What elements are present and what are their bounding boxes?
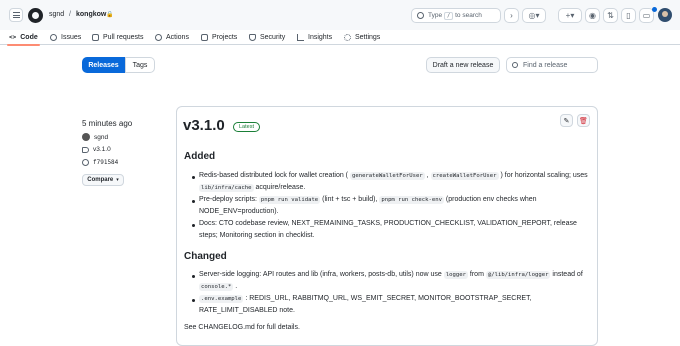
search-label: Type xyxy=(428,12,443,19)
release-commit[interactable]: f791584 xyxy=(82,159,118,166)
find-release-input[interactable]: Find a release xyxy=(506,57,598,73)
search-shortcut: / xyxy=(444,11,454,20)
bullet xyxy=(192,200,195,203)
table-icon xyxy=(201,34,208,41)
tab-label: Actions xyxy=(166,34,189,41)
bullet xyxy=(192,299,195,302)
search-icon xyxy=(512,62,518,68)
search-icon xyxy=(417,12,424,19)
top-bar: sgnd / kongkow 🔒 Type / to search › ◎▾ +… xyxy=(0,0,680,30)
tab-label: Insights xyxy=(308,34,333,41)
notification-dot xyxy=(652,7,657,12)
release-time: 5 minutes ago xyxy=(82,119,132,128)
compare-button[interactable]: Compare ▾ xyxy=(82,174,124,186)
commit-icon xyxy=(82,159,89,166)
tag-icon xyxy=(82,146,89,153)
code-icon: <> xyxy=(9,34,17,41)
bullet xyxy=(192,224,195,227)
issues-icon[interactable]: ◉ xyxy=(585,8,600,23)
github-logo-icon[interactable] xyxy=(28,8,43,23)
chevron-down-icon: ▾ xyxy=(116,177,119,183)
issue-icon xyxy=(50,34,57,41)
lock-icon: 🔒 xyxy=(106,12,114,18)
list-item: Server-side logging: API routes and lib … xyxy=(199,271,583,291)
pull-request-icon xyxy=(92,34,99,41)
tab-label: Security xyxy=(260,34,286,41)
compare-label: Compare xyxy=(87,177,114,183)
commit-sha: f791584 xyxy=(93,159,119,166)
search-suffix: to search xyxy=(455,12,482,19)
tab-label: Settings xyxy=(355,34,381,41)
tab-code[interactable]: <> Code xyxy=(7,31,40,46)
play-icon xyxy=(155,34,162,41)
graph-icon xyxy=(297,34,304,41)
command-palette-icon[interactable]: › xyxy=(504,8,519,23)
tag-name: v3.1.0 xyxy=(93,146,111,153)
create-new-icon[interactable]: +▾ xyxy=(558,8,582,23)
releases-tab[interactable]: Releases xyxy=(82,57,125,73)
list-item: Pre-deploy scripts: pnpm run validate (l… xyxy=(199,196,537,215)
release-title[interactable]: v3.1.0 xyxy=(183,117,225,134)
find-placeholder: Find a release xyxy=(523,61,568,69)
user-avatar[interactable] xyxy=(658,8,672,22)
added-heading: Added xyxy=(184,151,216,162)
shield-icon xyxy=(249,34,256,41)
avatar xyxy=(82,133,90,141)
repo-nav: <> Code Issues Pull requests Actions Proj… xyxy=(0,27,680,46)
author-name: sgnd xyxy=(94,133,109,141)
copilot-icon[interactable]: ◎▾ xyxy=(522,8,546,23)
pull-requests-icon[interactable]: ⇅ xyxy=(603,8,618,23)
bullet xyxy=(192,176,195,179)
trash-icon[interactable]: 🗑 xyxy=(577,114,590,127)
repo-link[interactable]: kongkow xyxy=(76,11,106,18)
tab-label: Code xyxy=(20,34,38,41)
tab-label: Issues xyxy=(61,34,82,41)
changed-heading: Changed xyxy=(184,251,227,262)
tags-tab[interactable]: Tags xyxy=(125,57,155,73)
tab-issues[interactable]: Issues xyxy=(50,31,81,44)
tab-insights[interactable]: Insights xyxy=(297,31,332,44)
tab-label: Projects xyxy=(212,34,238,41)
tab-projects[interactable]: Projects xyxy=(201,31,237,44)
bullet xyxy=(192,275,195,278)
tab-security[interactable]: Security xyxy=(249,31,285,44)
search-input[interactable]: Type / to search xyxy=(411,8,501,23)
owner-link[interactable]: sgnd xyxy=(49,11,64,18)
release-author[interactable]: sgnd xyxy=(82,133,108,141)
release-tag[interactable]: v3.1.0 xyxy=(82,146,111,153)
tab-settings[interactable]: Settings xyxy=(344,31,380,44)
list-item: .env.example : REDIS_URL, RABBITMQ_URL, … xyxy=(199,295,532,314)
breadcrumb-separator: / xyxy=(69,11,71,18)
tab-pull-requests[interactable]: Pull requests xyxy=(92,31,143,44)
tab-label: Pull requests xyxy=(103,34,144,41)
changelog-note: See CHANGELOG.md for full details. xyxy=(184,324,300,331)
draft-release-button[interactable]: Draft a new release xyxy=(426,57,500,73)
repositories-icon[interactable]: ▯ xyxy=(621,8,636,23)
gear-icon xyxy=(344,34,351,41)
list-item: Docs: CTO codebase review, NEXT_REMAININ… xyxy=(199,220,577,239)
latest-badge: Latest xyxy=(233,122,260,132)
release-time-text: 5 minutes ago xyxy=(82,119,133,128)
tab-actions[interactable]: Actions xyxy=(155,31,189,44)
pencil-icon[interactable]: ✎ xyxy=(560,114,573,127)
menu-icon[interactable] xyxy=(9,8,23,22)
list-item: Redis-based distributed lock for wallet … xyxy=(199,172,588,192)
